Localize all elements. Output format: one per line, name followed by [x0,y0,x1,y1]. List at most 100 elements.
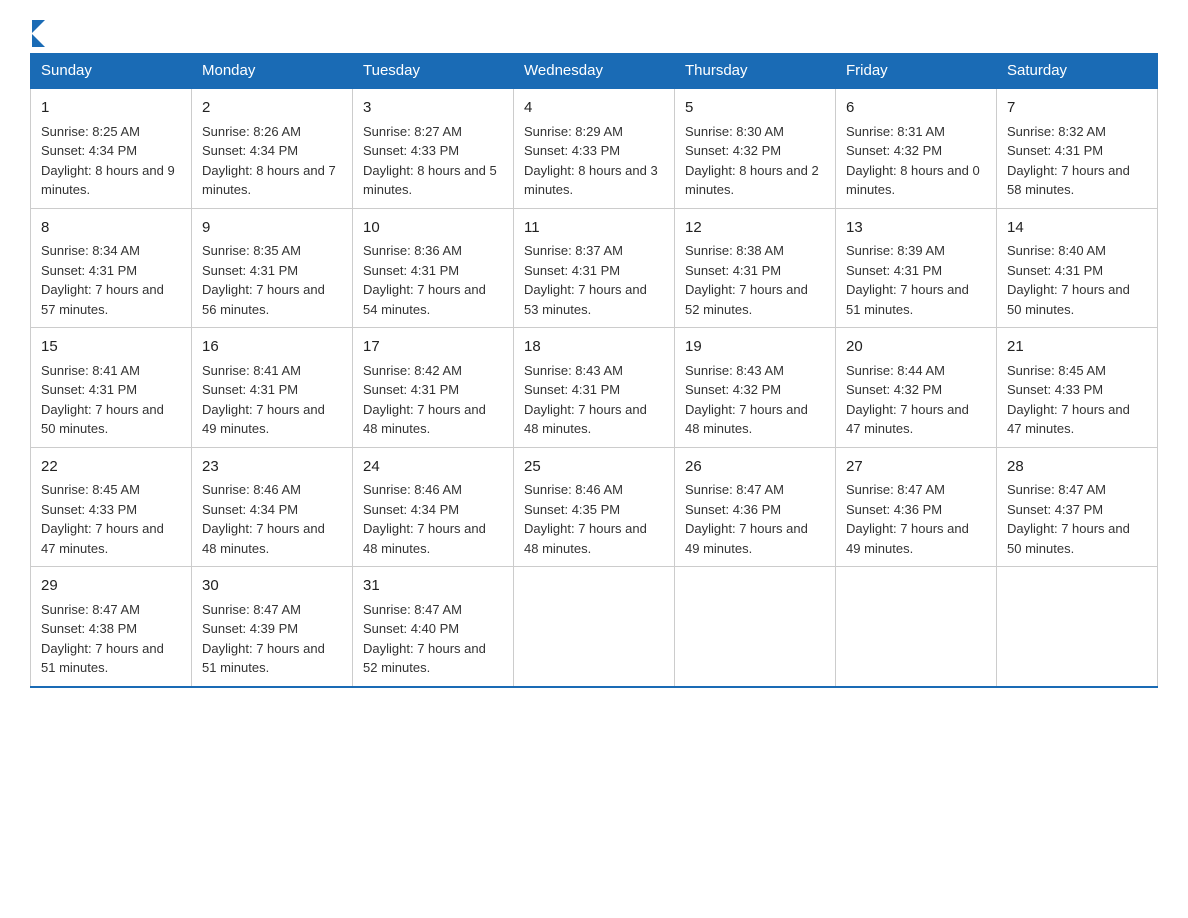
day-number: 31 [363,575,503,598]
day-number: 2 [202,97,342,120]
calendar-day-cell: 27 Sunrise: 8:47 AMSunset: 4:36 PMDaylig… [836,447,997,567]
sunrise-info: Sunrise: 8:43 AMSunset: 4:32 PMDaylight:… [685,363,808,437]
calendar-day-cell: 28 Sunrise: 8:47 AMSunset: 4:37 PMDaylig… [997,447,1158,567]
day-number: 21 [1007,336,1147,359]
sunrise-info: Sunrise: 8:27 AMSunset: 4:33 PMDaylight:… [363,124,497,198]
calendar-day-cell: 14 Sunrise: 8:40 AMSunset: 4:31 PMDaylig… [997,208,1158,328]
sunrise-info: Sunrise: 8:29 AMSunset: 4:33 PMDaylight:… [524,124,658,198]
day-number: 11 [524,217,664,240]
weekday-header-monday: Monday [192,54,353,89]
day-number: 26 [685,456,825,479]
logo-block [30,20,45,43]
weekday-header-tuesday: Tuesday [353,54,514,89]
sunrise-info: Sunrise: 8:31 AMSunset: 4:32 PMDaylight:… [846,124,980,198]
sunrise-info: Sunrise: 8:40 AMSunset: 4:31 PMDaylight:… [1007,243,1130,317]
sunrise-info: Sunrise: 8:45 AMSunset: 4:33 PMDaylight:… [1007,363,1130,437]
sunrise-info: Sunrise: 8:46 AMSunset: 4:34 PMDaylight:… [202,482,325,556]
calendar-day-cell: 9 Sunrise: 8:35 AMSunset: 4:31 PMDayligh… [192,208,353,328]
day-number: 8 [41,217,181,240]
day-number: 24 [363,456,503,479]
sunrise-info: Sunrise: 8:32 AMSunset: 4:31 PMDaylight:… [1007,124,1130,198]
sunrise-info: Sunrise: 8:44 AMSunset: 4:32 PMDaylight:… [846,363,969,437]
sunrise-info: Sunrise: 8:34 AMSunset: 4:31 PMDaylight:… [41,243,164,317]
day-number: 7 [1007,97,1147,120]
calendar-day-cell: 23 Sunrise: 8:46 AMSunset: 4:34 PMDaylig… [192,447,353,567]
calendar-day-cell: 16 Sunrise: 8:41 AMSunset: 4:31 PMDaylig… [192,328,353,448]
weekday-header-friday: Friday [836,54,997,89]
calendar-day-cell: 1 Sunrise: 8:25 AMSunset: 4:34 PMDayligh… [31,88,192,208]
calendar-day-cell: 29 Sunrise: 8:47 AMSunset: 4:38 PMDaylig… [31,567,192,687]
sunrise-info: Sunrise: 8:35 AMSunset: 4:31 PMDaylight:… [202,243,325,317]
sunrise-info: Sunrise: 8:45 AMSunset: 4:33 PMDaylight:… [41,482,164,556]
calendar-day-cell: 21 Sunrise: 8:45 AMSunset: 4:33 PMDaylig… [997,328,1158,448]
calendar-day-cell: 17 Sunrise: 8:42 AMSunset: 4:31 PMDaylig… [353,328,514,448]
calendar-day-cell: 11 Sunrise: 8:37 AMSunset: 4:31 PMDaylig… [514,208,675,328]
calendar-week-row: 22 Sunrise: 8:45 AMSunset: 4:33 PMDaylig… [31,447,1158,567]
sunrise-info: Sunrise: 8:43 AMSunset: 4:31 PMDaylight:… [524,363,647,437]
day-number: 23 [202,456,342,479]
calendar-day-cell: 10 Sunrise: 8:36 AMSunset: 4:31 PMDaylig… [353,208,514,328]
day-number: 30 [202,575,342,598]
sunrise-info: Sunrise: 8:42 AMSunset: 4:31 PMDaylight:… [363,363,486,437]
logo [30,20,45,43]
calendar-day-cell: 13 Sunrise: 8:39 AMSunset: 4:31 PMDaylig… [836,208,997,328]
sunrise-info: Sunrise: 8:46 AMSunset: 4:35 PMDaylight:… [524,482,647,556]
sunrise-info: Sunrise: 8:26 AMSunset: 4:34 PMDaylight:… [202,124,336,198]
day-number: 14 [1007,217,1147,240]
day-number: 22 [41,456,181,479]
calendar-day-cell: 22 Sunrise: 8:45 AMSunset: 4:33 PMDaylig… [31,447,192,567]
day-number: 12 [685,217,825,240]
sunrise-info: Sunrise: 8:30 AMSunset: 4:32 PMDaylight:… [685,124,819,198]
calendar-day-cell [836,567,997,687]
calendar-day-cell: 15 Sunrise: 8:41 AMSunset: 4:31 PMDaylig… [31,328,192,448]
weekday-header-thursday: Thursday [675,54,836,89]
calendar-week-row: 15 Sunrise: 8:41 AMSunset: 4:31 PMDaylig… [31,328,1158,448]
sunrise-info: Sunrise: 8:39 AMSunset: 4:31 PMDaylight:… [846,243,969,317]
sunrise-info: Sunrise: 8:47 AMSunset: 4:40 PMDaylight:… [363,602,486,676]
calendar-day-cell [997,567,1158,687]
calendar-day-cell: 26 Sunrise: 8:47 AMSunset: 4:36 PMDaylig… [675,447,836,567]
day-number: 25 [524,456,664,479]
page-header [30,20,1158,43]
sunrise-info: Sunrise: 8:36 AMSunset: 4:31 PMDaylight:… [363,243,486,317]
calendar-day-cell: 25 Sunrise: 8:46 AMSunset: 4:35 PMDaylig… [514,447,675,567]
weekday-header-row: SundayMondayTuesdayWednesdayThursdayFrid… [31,54,1158,89]
sunrise-info: Sunrise: 8:47 AMSunset: 4:36 PMDaylight:… [846,482,969,556]
day-number: 15 [41,336,181,359]
calendar-day-cell: 7 Sunrise: 8:32 AMSunset: 4:31 PMDayligh… [997,88,1158,208]
day-number: 10 [363,217,503,240]
calendar-day-cell: 19 Sunrise: 8:43 AMSunset: 4:32 PMDaylig… [675,328,836,448]
day-number: 19 [685,336,825,359]
calendar-day-cell: 24 Sunrise: 8:46 AMSunset: 4:34 PMDaylig… [353,447,514,567]
calendar-day-cell: 6 Sunrise: 8:31 AMSunset: 4:32 PMDayligh… [836,88,997,208]
calendar-day-cell: 31 Sunrise: 8:47 AMSunset: 4:40 PMDaylig… [353,567,514,687]
day-number: 5 [685,97,825,120]
sunrise-info: Sunrise: 8:47 AMSunset: 4:39 PMDaylight:… [202,602,325,676]
sunrise-info: Sunrise: 8:41 AMSunset: 4:31 PMDaylight:… [41,363,164,437]
calendar-day-cell: 18 Sunrise: 8:43 AMSunset: 4:31 PMDaylig… [514,328,675,448]
calendar-day-cell: 30 Sunrise: 8:47 AMSunset: 4:39 PMDaylig… [192,567,353,687]
sunrise-info: Sunrise: 8:25 AMSunset: 4:34 PMDaylight:… [41,124,175,198]
calendar-day-cell [675,567,836,687]
sunrise-info: Sunrise: 8:47 AMSunset: 4:37 PMDaylight:… [1007,482,1130,556]
calendar-day-cell: 12 Sunrise: 8:38 AMSunset: 4:31 PMDaylig… [675,208,836,328]
calendar-table: SundayMondayTuesdayWednesdayThursdayFrid… [30,53,1158,688]
day-number: 17 [363,336,503,359]
sunrise-info: Sunrise: 8:38 AMSunset: 4:31 PMDaylight:… [685,243,808,317]
weekday-header-wednesday: Wednesday [514,54,675,89]
day-number: 18 [524,336,664,359]
calendar-day-cell: 3 Sunrise: 8:27 AMSunset: 4:33 PMDayligh… [353,88,514,208]
day-number: 3 [363,97,503,120]
day-number: 27 [846,456,986,479]
day-number: 29 [41,575,181,598]
calendar-week-row: 8 Sunrise: 8:34 AMSunset: 4:31 PMDayligh… [31,208,1158,328]
day-number: 20 [846,336,986,359]
day-number: 6 [846,97,986,120]
weekday-header-sunday: Sunday [31,54,192,89]
calendar-week-row: 1 Sunrise: 8:25 AMSunset: 4:34 PMDayligh… [31,88,1158,208]
calendar-day-cell [514,567,675,687]
sunrise-info: Sunrise: 8:37 AMSunset: 4:31 PMDaylight:… [524,243,647,317]
day-number: 9 [202,217,342,240]
day-number: 4 [524,97,664,120]
calendar-day-cell: 4 Sunrise: 8:29 AMSunset: 4:33 PMDayligh… [514,88,675,208]
